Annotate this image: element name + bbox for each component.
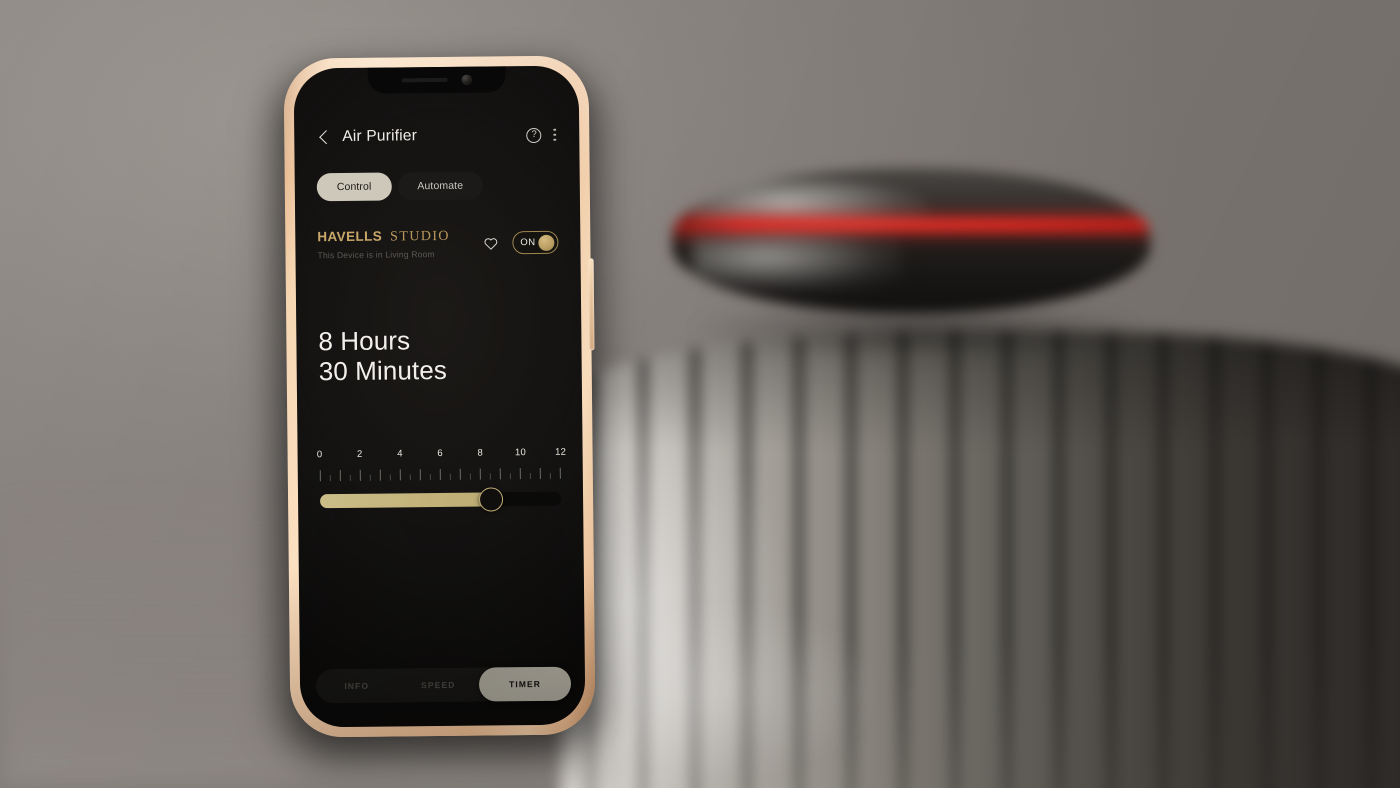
slider-tick (499, 468, 501, 480)
phone-screen: Air Purifier ? Control Automate HAVELLS (293, 65, 586, 728)
slider-tick (349, 474, 351, 481)
slider-tick (459, 468, 461, 480)
front-camera-icon (461, 74, 472, 85)
phone-notch (367, 66, 506, 94)
slider-tick (319, 470, 321, 482)
more-options-icon[interactable] (553, 127, 558, 142)
brand-name-secondary: STUDIO (390, 228, 450, 245)
header-actions: ? (526, 127, 558, 143)
power-toggle[interactable]: ON (512, 230, 559, 255)
timer-minutes: 30 Minutes (318, 355, 448, 387)
slider-tick (549, 472, 551, 479)
phone-side-power-button[interactable] (588, 258, 595, 351)
background-scene (0, 0, 1400, 788)
slider-tick (479, 468, 481, 480)
slider-scale-label: 4 (397, 448, 403, 460)
slider-tick (389, 474, 391, 481)
phone-mockup: Air Purifier ? Control Automate HAVELLS (269, 55, 607, 763)
slider-tick (369, 474, 371, 481)
device-lower-highlight (692, 234, 902, 292)
slider-scale-label: 12 (555, 446, 567, 458)
timer-slider-block: 0 2 4 6 8 10 12 (316, 446, 566, 513)
slider-thumb[interactable] (478, 487, 503, 512)
slider-tick (419, 469, 421, 481)
slider-tick (559, 467, 561, 479)
slider-tick (339, 469, 341, 481)
device-led-strip (672, 220, 1150, 230)
slider-tick (329, 474, 331, 481)
slider-tick (509, 473, 511, 480)
device-brand-row: HAVELLS STUDIO This Device is in Living … (317, 227, 559, 261)
slider-tick-marks (319, 466, 561, 482)
tab-control[interactable]: Control (316, 172, 392, 202)
slider-tick (439, 468, 441, 480)
heart-icon[interactable] (483, 236, 498, 250)
slider-scale-label: 0 (316, 449, 323, 461)
brand-row-actions: ON (483, 227, 559, 255)
slider-tick (539, 467, 541, 479)
slider-tick (409, 474, 411, 481)
back-chevron-icon[interactable] (316, 129, 332, 145)
tab-automate[interactable]: Automate (397, 171, 484, 201)
page-title: Air Purifier (342, 127, 418, 146)
slider-tick (359, 469, 361, 481)
slider-scale-label: 2 (356, 448, 363, 460)
mode-tabs: Control Automate (316, 171, 558, 202)
slider-tick (519, 467, 521, 479)
slider-scale-labels: 0 2 4 6 8 10 12 (316, 446, 566, 464)
timer-value: 8 Hours 30 Minutes (318, 324, 560, 387)
slider-tick (379, 469, 381, 481)
earpiece-speaker-icon (401, 77, 448, 83)
slider-scale-label: 8 (477, 447, 484, 459)
slider-tick (529, 472, 531, 479)
slider-tick (449, 473, 451, 480)
air-purifier-device (672, 168, 1150, 314)
slider-scale-label: 6 (437, 447, 443, 459)
help-icon[interactable]: ? (526, 127, 542, 143)
app-header: Air Purifier ? (316, 122, 557, 151)
brand-name-primary: HAVELLS (317, 228, 383, 245)
app-screen-content: Air Purifier ? Control Automate HAVELLS (294, 66, 586, 728)
slider-tick (489, 473, 491, 480)
power-toggle-knob (538, 234, 555, 251)
slider-tick (429, 473, 431, 480)
timer-hours: 8 Hours (318, 325, 411, 357)
brand-block: HAVELLS STUDIO This Device is in Living … (317, 228, 483, 261)
slider-scale-label: 10 (514, 446, 526, 459)
power-toggle-label: ON (520, 236, 536, 249)
slider-tick (469, 473, 471, 480)
slider-tick (399, 469, 401, 481)
device-location-subtitle: This Device is in Living Room (317, 249, 435, 261)
slider-track-fill (320, 492, 491, 509)
brand-name: HAVELLS STUDIO (317, 228, 483, 247)
slider-track-wrap[interactable] (320, 487, 562, 513)
